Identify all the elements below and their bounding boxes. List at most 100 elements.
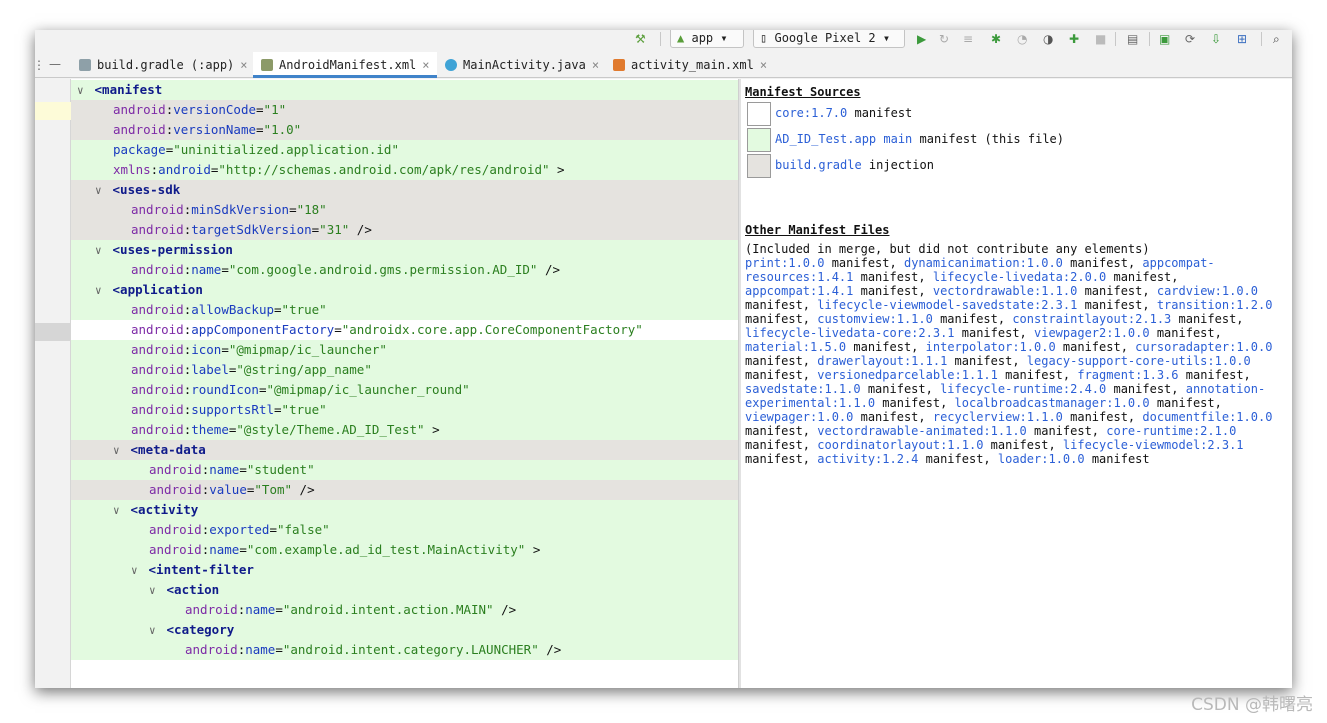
- fold-arrow-icon[interactable]: ∨: [95, 181, 105, 201]
- device-dropdown[interactable]: ▯ Google Pixel 2 ▾: [753, 30, 905, 48]
- manifest-word: manifest,: [1106, 382, 1186, 396]
- fold-arrow-icon[interactable]: ∨: [113, 501, 123, 521]
- fold-arrow-icon[interactable]: ∨: [77, 81, 87, 101]
- fold-arrow-icon[interactable]: ∨: [149, 581, 159, 601]
- apply-changes-icon[interactable]: ↻: [939, 32, 949, 46]
- manifest-file-link[interactable]: interpolator:1.0.0: [926, 340, 1056, 354]
- close-icon[interactable]: ×: [760, 58, 767, 72]
- device-manager-icon[interactable]: ▤: [1127, 32, 1138, 46]
- manifest-file-link[interactable]: cursoradapter:1.0.0: [1135, 340, 1272, 354]
- layout-inspector-icon[interactable]: ⊞: [1237, 32, 1247, 46]
- code-line: ∨ <action: [71, 580, 738, 600]
- manifest-file-link[interactable]: lifecycle-viewmodel-savedstate:2.3.1: [817, 298, 1077, 312]
- source-link[interactable]: build.gradle: [775, 158, 862, 172]
- run-config-label: app: [691, 31, 714, 45]
- fold-arrow-icon[interactable]: ∨: [95, 241, 105, 261]
- merged-manifest-editor[interactable]: ∨ <manifest android:versionCode="1" andr…: [71, 79, 738, 688]
- manifest-file-link[interactable]: viewpager2:1.0.0: [1034, 326, 1150, 340]
- manifest-file-link[interactable]: viewpager:1.0.0: [745, 410, 853, 424]
- sdk-manager-icon[interactable]: ⇩: [1211, 32, 1221, 46]
- chevron-down-icon: ▾: [720, 31, 728, 45]
- close-icon[interactable]: ×: [240, 58, 247, 72]
- manifest-file-link[interactable]: activity:1.2.4: [817, 452, 918, 466]
- manifest-file-link[interactable]: vectordrawable-animated:1.1.0: [817, 424, 1027, 438]
- tab-android-manifest[interactable]: AndroidManifest.xml ×: [253, 52, 437, 78]
- tab-list-icon[interactable]: ⋮: [35, 58, 45, 72]
- close-icon[interactable]: ×: [422, 58, 429, 72]
- code-line: android:supportsRtl="true": [71, 400, 738, 420]
- manifest-file-link[interactable]: constraintlayout:2.1.3: [1012, 312, 1171, 326]
- manifest-file-link[interactable]: savedstate:1.1.0: [745, 382, 861, 396]
- code-line: android:allowBackup="true": [71, 300, 738, 320]
- code-line: android:versionCode="1": [71, 100, 738, 120]
- tab-activity-main[interactable]: activity_main.xml ×: [607, 52, 777, 78]
- profile-icon[interactable]: ◔: [1017, 32, 1027, 46]
- sync-project-icon[interactable]: ⟳: [1185, 32, 1195, 46]
- manifest-word: manifest,: [918, 452, 998, 466]
- manifest-file-icon: [261, 59, 273, 71]
- manifest-word: manifest,: [997, 368, 1078, 382]
- tab-label: build.gradle (:app): [97, 58, 235, 72]
- manifest-word: manifest,: [853, 284, 933, 298]
- manifest-file-link[interactable]: print:1.0.0: [745, 256, 824, 270]
- fold-arrow-icon[interactable]: ∨: [131, 561, 141, 581]
- run-icon[interactable]: ▶: [917, 32, 926, 46]
- fold-arrow-icon[interactable]: ∨: [113, 441, 123, 461]
- manifest-file-link[interactable]: lifecycle-livedata:2.0.0: [933, 270, 1106, 284]
- manifest-file-link[interactable]: localbroadcastmanager:1.0.0: [955, 396, 1150, 410]
- manifest-file-link[interactable]: drawerlayout:1.1.1: [817, 354, 947, 368]
- profiler-icon[interactable]: ◑: [1043, 32, 1053, 46]
- manifest-word: manifest: [1084, 452, 1150, 466]
- fold-arrow-icon[interactable]: ∨: [149, 621, 159, 641]
- collapse-icon[interactable]: —: [49, 57, 61, 71]
- attach-debugger-icon[interactable]: ✚: [1069, 32, 1079, 46]
- apply-code-changes-icon[interactable]: ≡: [963, 32, 973, 46]
- code-line: xmlns:android="http://schemas.android.co…: [71, 160, 738, 180]
- fold-arrow-icon[interactable]: ∨: [95, 281, 105, 301]
- manifest-word: manifest,: [1055, 340, 1136, 354]
- close-icon[interactable]: ×: [592, 58, 599, 72]
- manifest-file-link[interactable]: core-runtime:2.1.0: [1106, 424, 1236, 438]
- source-link[interactable]: core:1.7.0: [775, 106, 847, 120]
- device-label: Google Pixel 2: [774, 31, 876, 45]
- build-hammer-icon[interactable]: ⚒: [635, 32, 646, 46]
- manifest-file-link[interactable]: dynamicanimation:1.0.0: [904, 256, 1063, 270]
- stop-icon[interactable]: ■: [1095, 32, 1106, 46]
- manifest-file-link[interactable]: appcompat:1.4.1: [745, 284, 853, 298]
- manifest-word: manifest,: [954, 326, 1034, 340]
- source-link[interactable]: AD_ID_Test.app main: [775, 132, 912, 146]
- manifest-file-link[interactable]: documentfile:1.0.0: [1142, 410, 1272, 424]
- manifest-file-link[interactable]: lifecycle-livedata-core:2.3.1: [745, 326, 955, 340]
- source-color-swatch: [747, 102, 771, 126]
- code-line: android:appComponentFactory="androidx.co…: [71, 320, 738, 340]
- manifest-file-link[interactable]: fragment:1.3.6: [1077, 368, 1178, 382]
- manifest-file-link[interactable]: recyclerview:1.1.0: [933, 410, 1063, 424]
- manifest-file-link[interactable]: coordinatorlayout:1.1.0: [817, 438, 983, 452]
- run-config-dropdown[interactable]: ▲ app ▾: [670, 30, 744, 48]
- manifest-file-link[interactable]: versionedparcelable:1.1.1: [817, 368, 998, 382]
- manifest-word: manifest,: [745, 312, 818, 326]
- manifest-file-link[interactable]: lifecycle-viewmodel:2.3.1: [1063, 438, 1244, 452]
- debug-icon[interactable]: ✱: [991, 32, 1001, 46]
- manifest-file-link[interactable]: material:1.5.0: [745, 340, 846, 354]
- avd-manager-icon[interactable]: ▣: [1159, 32, 1170, 46]
- code-line: android:name="com.example.ad_id_test.Mai…: [71, 540, 738, 560]
- code-line: android:theme="@style/Theme.AD_ID_Test" …: [71, 420, 738, 440]
- editor-gutter[interactable]: [35, 79, 71, 688]
- watermark: CSDN @韩曙亮: [1191, 695, 1313, 715]
- device-icon: ▯: [760, 31, 768, 45]
- manifest-file-link[interactable]: lifecycle-runtime:2.4.0: [940, 382, 1106, 396]
- manifest-file-link[interactable]: legacy-support-core-utils:1.0.0: [1027, 354, 1251, 368]
- manifest-file-link[interactable]: customview:1.1.0: [817, 312, 933, 326]
- android-icon: ▲: [677, 31, 685, 45]
- tab-main-activity[interactable]: MainActivity.java ×: [439, 52, 601, 78]
- manifest-file-link[interactable]: cardview:1.0.0: [1157, 284, 1258, 298]
- manifest-file-link[interactable]: vectordrawable:1.1.0: [933, 284, 1078, 298]
- other-files-note: (Included in merge, but did not contribu…: [745, 242, 1150, 256]
- search-icon[interactable]: ⌕: [1273, 32, 1280, 47]
- tab-build-gradle[interactable]: build.gradle (:app) ×: [73, 52, 251, 78]
- code-line: android:exported="false": [71, 520, 738, 540]
- manifest-file-link[interactable]: transition:1.2.0: [1157, 298, 1273, 312]
- manifest-word: manifest,: [1149, 396, 1222, 410]
- manifest-file-link[interactable]: loader:1.0.0: [998, 452, 1085, 466]
